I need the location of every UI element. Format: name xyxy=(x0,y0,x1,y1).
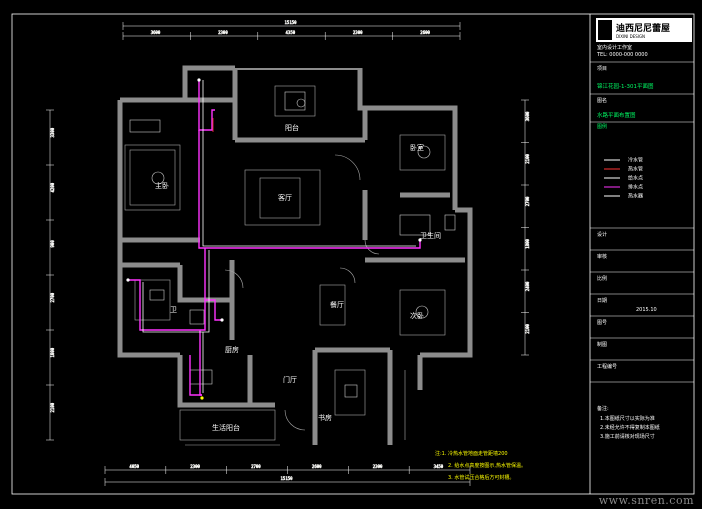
drawing-value: 水路平面布置图 xyxy=(597,111,636,119)
firm-line-1: 室内设计工作室 xyxy=(597,44,632,51)
dimension-label: 1800 xyxy=(525,239,530,249)
dimension-total: 15150 xyxy=(285,20,298,25)
dimension-label: 900 xyxy=(50,240,55,248)
row-label: 工程编号 xyxy=(597,363,617,370)
row-value: 2015.10 xyxy=(636,307,657,313)
room-balcony-top: 阳台 xyxy=(285,123,299,132)
dimension-label: 3450 xyxy=(434,464,444,469)
row-label: 比例 xyxy=(597,275,607,282)
remark-line: 1.本图纸尺寸以实际为准 xyxy=(600,415,655,422)
remark-line: 2.未经允许不得复制本图纸 xyxy=(600,424,660,431)
dimension-label: 3600 xyxy=(151,30,161,35)
dimension-label: 2100 xyxy=(525,324,530,334)
dimension-label: 2700 xyxy=(525,196,530,206)
room-master: 主卧 xyxy=(155,181,169,190)
dimension-label: 2600 xyxy=(312,464,322,469)
legend-label: 冷水管 xyxy=(628,157,643,164)
watermark: www.snren.com xyxy=(598,494,694,507)
note-line: 注:1. 冷热水管地面走管距墙200 xyxy=(435,450,508,457)
project-value: 锦江花园-1-301平面图 xyxy=(597,82,654,90)
drawing-label: 图名 xyxy=(597,97,607,104)
room-study: 书房 xyxy=(318,413,332,422)
dimension-label: 4050 xyxy=(129,464,139,469)
dimension-label: 2600 xyxy=(420,30,430,35)
room-bedroom-3: 次卧 xyxy=(410,311,424,320)
dimension-label: 2300 xyxy=(353,30,363,35)
project-label: 项目 xyxy=(597,66,607,72)
remarks-title: 备注: xyxy=(597,405,609,412)
dimension-label: 3300 xyxy=(50,127,55,137)
row-label: 日期 xyxy=(597,298,607,304)
room-entry: 门厅 xyxy=(283,375,297,384)
row-label: 审核 xyxy=(597,253,607,260)
dimension-label: 2300 xyxy=(190,464,200,469)
dimension-label: 2100 xyxy=(525,154,530,164)
legend-label: 给水点 xyxy=(628,175,643,182)
legend-label: 排水点 xyxy=(628,184,643,191)
legend-label: 热水管 xyxy=(628,166,643,173)
firm-subtitle: DIXINI DESIGN xyxy=(616,34,645,39)
dimension-label: 1800 xyxy=(50,347,55,357)
room-living: 客厅 xyxy=(278,193,292,202)
dimension-label: 4200 xyxy=(50,182,55,192)
firm-line-2: TEL: 0000-000 0000 xyxy=(596,52,648,58)
dimension-total: 15150 xyxy=(281,476,294,481)
dimension-label: 2700 xyxy=(50,292,55,302)
dimension-label: 2100 xyxy=(50,402,55,412)
dimension-label: 3600 xyxy=(525,111,530,121)
row-label: 图号 xyxy=(597,320,607,326)
room-bath-2: 卫生间 xyxy=(420,231,441,240)
dimension-label: 2300 xyxy=(218,30,228,35)
remarks: 1.本图纸尺寸以实际为准 2.未经允许不得复制本图纸 3.施工前请核对现场尺寸 xyxy=(600,415,660,440)
dimension-label: 2300 xyxy=(373,464,383,469)
legend-title: 图例 xyxy=(597,123,607,130)
row-label: 设计 xyxy=(597,231,607,238)
room-bath-1: 卫 xyxy=(170,306,177,314)
firm-logo-text: 迪西尼尼蕾屋 xyxy=(616,22,670,34)
dimension-label: 2700 xyxy=(251,464,261,469)
row-label: 制图 xyxy=(597,341,607,348)
legend-label: 热水器 xyxy=(628,193,643,200)
room-dining: 餐厅 xyxy=(330,300,344,309)
remark-line: 3.施工前请核对现场尺寸 xyxy=(600,433,655,440)
dimension-label: 4350 xyxy=(286,30,296,35)
room-bedroom-2: 卧室 xyxy=(410,143,424,152)
note-line: 2. 给水点高度按图示,热水管保温。 xyxy=(448,462,526,469)
room-balcony-bottom: 生活阳台 xyxy=(212,423,240,432)
room-kitchen: 厨房 xyxy=(225,345,239,354)
floor-plan-drawing: 迪西尼尼蕾屋 DIXINI DESIGN 室内设计工作室 TEL: 0000-0… xyxy=(0,0,702,509)
dimension-label: 2400 xyxy=(525,281,530,291)
note-line: 3. 水管试压合格后方可封槽。 xyxy=(448,474,514,481)
